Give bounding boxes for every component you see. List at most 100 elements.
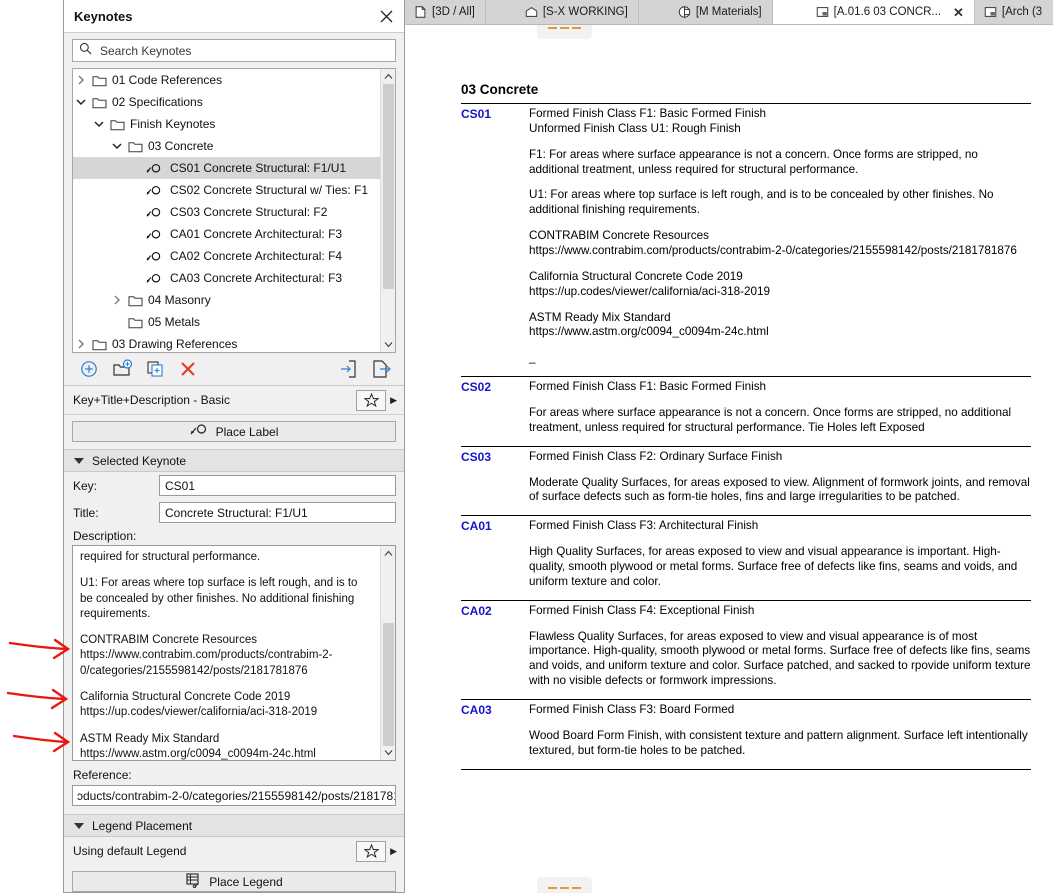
tree-item-label: 03 Drawing References: [112, 337, 238, 351]
search-input[interactable]: [98, 42, 389, 59]
selected-keynote-section-header[interactable]: Selected Keynote: [64, 449, 404, 472]
export-icon[interactable]: [370, 358, 392, 380]
tree-twisty-1[interactable]: [73, 75, 89, 85]
scroll-down-icon[interactable]: [381, 337, 396, 352]
view-tab-4[interactable]: [A.01.6 03 CONCR... ✕: [772, 0, 975, 24]
elevation-icon: [524, 5, 539, 19]
legend-table-icon: [185, 872, 203, 891]
tree-item-2[interactable]: 02 Specifications: [73, 91, 380, 113]
legend-section-title: Legend Placement: [92, 818, 193, 833]
view-tab-label: [Arch (3: [1001, 6, 1043, 18]
keynote-entry-row: CA01 Formed Finish Class F3: Architectura…: [461, 515, 1031, 600]
description-scrollbar[interactable]: [380, 546, 395, 760]
key-label: Key:: [73, 478, 98, 493]
label-style-name: Key+Title+Description - Basic: [73, 393, 230, 407]
tree-item-label: 04 Masonry: [148, 293, 211, 307]
keynote-paragraph: Moderate Quality Surfaces, for areas exp…: [529, 475, 1030, 504]
keynote-marker-icon: [143, 207, 167, 218]
tree-item-1[interactable]: 01 Code References: [73, 69, 380, 91]
search-box[interactable]: [72, 39, 396, 62]
reference-input[interactable]: ɔducts/contrabim-2-0/categories/21555981…: [72, 785, 396, 806]
tree-item-label: 01 Code References: [112, 73, 223, 87]
key-input[interactable]: CS01: [159, 475, 396, 496]
delete-icon[interactable]: [177, 358, 199, 380]
desc-scroll-up-icon[interactable]: [381, 546, 396, 561]
document-canvas[interactable]: 03 Concrete CS01 Formed Finish Class F1: …: [403, 25, 1053, 893]
close-icon[interactable]: [376, 6, 396, 26]
search-area: [64, 33, 404, 68]
tree-item-11[interactable]: 04 Masonry: [73, 289, 380, 311]
description-container: required for structural performance. U1: …: [72, 545, 396, 761]
keynotes-palette: Keynotes 01 Code References 02 Specificat…: [63, 0, 405, 893]
tree-item-13[interactable]: 03 Drawing References: [73, 333, 380, 352]
keynote-marker-icon: [143, 273, 167, 284]
tree-item-8[interactable]: CA01 Concrete Architectural: F3: [73, 223, 380, 245]
description-paragraph: ASTM Ready Mix Standard https://www.astm.…: [80, 732, 316, 760]
duplicate-icon[interactable]: [144, 358, 166, 380]
keynote-entry-row: CS02 Formed Finish Class F1: Basic Formed…: [461, 376, 1031, 447]
view-tab-label: [M Materials]: [695, 6, 762, 18]
view-tab-1[interactable]: [3D / All]: [403, 0, 486, 24]
description-paragraph: required for structural performance.: [80, 551, 261, 563]
keynote-paragraph: U1: For areas where top surface is left …: [529, 188, 994, 217]
tree-item-label: CA02 Concrete Architectural: F4: [170, 249, 343, 263]
view-tab-5[interactable]: [Arch (3: [975, 0, 1052, 24]
keynote-description: Formed Finish Class F3: Architectural Fi…: [529, 516, 1031, 600]
keynote-marker-icon: [143, 185, 167, 196]
tree-item-5[interactable]: CS01 Concrete Structural: F1/U1: [73, 157, 380, 179]
legend-status-row: Using default Legend ▶: [64, 837, 404, 865]
tree-item-12[interactable]: 05 Metals: [73, 311, 380, 333]
description-textarea[interactable]: required for structural performance. U1: …: [73, 546, 379, 760]
tree-item-9[interactable]: CA02 Concrete Architectural: F4: [73, 245, 380, 267]
keynote-entry-row: CS01 Formed Finish Class F1: Basic Formed…: [461, 103, 1031, 377]
legend-favorites-button[interactable]: [356, 840, 387, 862]
keynote-tree[interactable]: 01 Code References 02 Specifications Finis…: [73, 69, 380, 352]
tree-item-10[interactable]: CA03 Concrete Architectural: F3: [73, 267, 380, 289]
layout-icon: [815, 5, 830, 19]
tree-scrollbar[interactable]: [380, 69, 395, 352]
new-folder-icon[interactable]: [111, 358, 133, 380]
place-label-button[interactable]: Place Label: [72, 421, 396, 442]
place-legend-button[interactable]: Place Legend: [72, 871, 396, 892]
chevron-right-icon[interactable]: ▶: [390, 395, 397, 406]
view-tab-3[interactable]: [M Materials]: [639, 0, 773, 24]
view-tab-2[interactable]: [S-X WORKING]: [486, 0, 639, 24]
title-label: Title:: [73, 505, 99, 520]
tree-twisty-11[interactable]: [109, 295, 125, 305]
folder-icon: [125, 294, 145, 307]
tree-item-label: 02 Specifications: [112, 95, 203, 109]
keynote-key: CS01: [461, 107, 492, 121]
tree-twisty-13[interactable]: [73, 339, 89, 349]
key-field-row: Key: CS01: [64, 472, 404, 499]
desc-scroll-down-icon[interactable]: [381, 745, 396, 760]
legend-placement-section-header[interactable]: Legend Placement: [64, 814, 404, 837]
tree-item-label: 03 Concrete: [148, 139, 214, 153]
tree-item-3[interactable]: Finish Keynotes: [73, 113, 380, 135]
import-icon[interactable]: [337, 358, 359, 380]
tree-item-6[interactable]: CS02 Concrete Structural w/ Ties: F1: [73, 179, 380, 201]
keynote-description: Formed Finish Class F1: Basic Formed Fin…: [529, 377, 1031, 447]
favorites-button[interactable]: [356, 389, 387, 411]
tree-twisty-2[interactable]: [73, 98, 89, 106]
tree-item-4[interactable]: 03 Concrete: [73, 135, 380, 157]
keynote-paragraph: Formed Finish Class F2: Ordinary Surface…: [529, 449, 783, 463]
tree-item-label: CA03 Concrete Architectural: F3: [170, 271, 343, 285]
tree-twisty-4[interactable]: [109, 142, 125, 150]
scroll-up-icon[interactable]: [381, 69, 396, 84]
keynote-paragraph: ASTM Ready Mix Standard https://www.astm.…: [529, 310, 769, 339]
page-title: 03 Concrete: [461, 82, 539, 97]
description-paragraph: California Structural Concrete Code 2019…: [80, 690, 318, 719]
title-input[interactable]: Concrete Structural: F1/U1: [159, 502, 396, 523]
keynote-key: CA03: [461, 703, 492, 718]
new-keynote-icon[interactable]: [78, 358, 100, 380]
view-tab-label: [A.01.6 03 CONCR...: [833, 6, 942, 18]
palette-title: Keynotes: [74, 8, 133, 24]
tree-item-label: CS02 Concrete Structural w/ Ties: F1: [170, 183, 369, 197]
keynote-legend-document: 03 Concrete CS01 Formed Finish Class F1: …: [461, 82, 1031, 770]
tab-close-icon[interactable]: ✕: [953, 6, 964, 19]
legend-chevron-right-icon[interactable]: ▶: [390, 846, 397, 857]
folder-icon: [125, 140, 145, 153]
tree-item-7[interactable]: CS03 Concrete Structural: F2: [73, 201, 380, 223]
keynote-paragraph: For areas where surface appearance is no…: [529, 406, 1012, 434]
tree-twisty-3[interactable]: [91, 120, 107, 128]
